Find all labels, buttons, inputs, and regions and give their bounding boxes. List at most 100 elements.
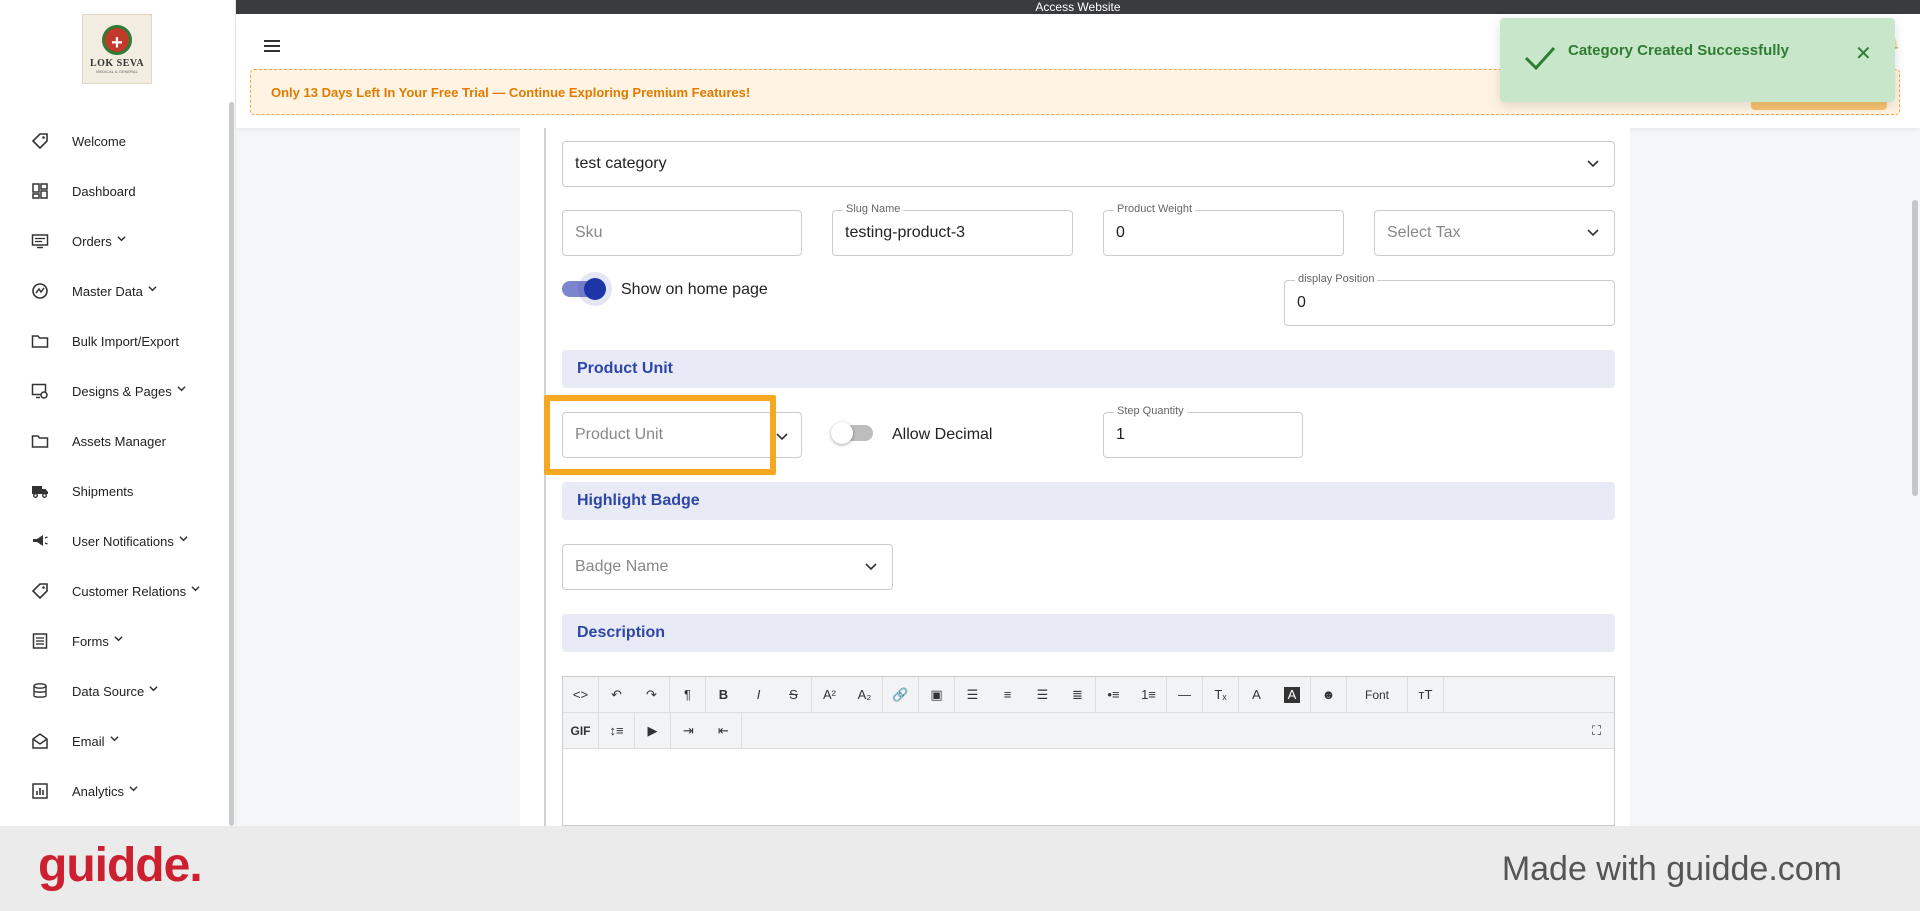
brand-logo[interactable]: + LOK SEVA MEDICAL & GENERAL: [82, 14, 152, 84]
sidebar-item-forms[interactable]: Forms: [0, 616, 230, 666]
slug-input[interactable]: Slug Name testing-product-3: [832, 203, 1073, 256]
align-right-icon[interactable]: ☰: [1025, 677, 1060, 713]
strikethrough-icon[interactable]: S: [776, 677, 811, 713]
number-list-icon[interactable]: 1≡: [1131, 677, 1166, 713]
tag-icon: [31, 582, 49, 600]
redo-icon[interactable]: ↷: [634, 677, 669, 713]
sidebar-item-designs-pages[interactable]: Designs & Pages: [0, 366, 230, 416]
chevron-down-icon: [148, 284, 157, 296]
product-weight-input[interactable]: Product Weight 0: [1103, 203, 1344, 256]
sidebar-item-label: Welcome: [72, 133, 126, 149]
bold-icon[interactable]: B: [706, 677, 741, 713]
gif-button[interactable]: GIF: [563, 713, 598, 749]
rich-text-editor[interactable]: <> ↶ ↷ ¶ B I S A² A₂ 🔗 ▣ ☰ ≡ ☰ ≣ •≡ 1≡ —…: [562, 676, 1615, 826]
card-divider: [544, 128, 546, 826]
bullet-list-icon[interactable]: •≡: [1096, 677, 1131, 713]
sidebar-item-label: Customer Relations: [72, 583, 187, 599]
align-center-icon[interactable]: ≡: [990, 677, 1025, 713]
step-quantity-label: Step Quantity: [1114, 405, 1187, 417]
sidebar: + LOK SEVA MEDICAL & GENERAL Welcome Dash…: [0, 0, 236, 826]
guidde-logo: guidde.: [38, 839, 203, 892]
guide-highlight-box: [544, 395, 776, 475]
analytics-icon: [31, 782, 49, 800]
page-scrollbar[interactable]: [1912, 200, 1918, 496]
undo-icon[interactable]: ↶: [599, 677, 634, 713]
folder-icon: [31, 432, 49, 450]
fullscreen-icon[interactable]: ⛶: [1579, 713, 1614, 749]
sidebar-item-master-data[interactable]: Master Data: [0, 266, 230, 316]
font-dropdown[interactable]: Font: [1347, 677, 1407, 713]
show-home-toggle[interactable]: [562, 278, 606, 300]
paragraph-icon[interactable]: ¶: [670, 677, 705, 713]
product-weight-label: Product Weight: [1114, 203, 1196, 215]
sidebar-item-data-source[interactable]: Data Source: [0, 666, 230, 716]
sidebar-item-bulk-import-export[interactable]: Bulk Import/Export: [0, 316, 230, 366]
access-website-bar[interactable]: Access Website: [236, 0, 1920, 14]
sku-placeholder: Sku: [575, 224, 603, 241]
sidebar-item-assets-manager[interactable]: Assets Manager: [0, 416, 230, 466]
sidebar-item-label: Email: [72, 733, 105, 749]
video-icon[interactable]: ▶: [635, 713, 670, 749]
product-unit-section: Product Unit: [562, 350, 1615, 388]
tax-select[interactable]: Select Tax: [1374, 210, 1615, 256]
category-select[interactable]: test category: [562, 141, 1615, 187]
horizontal-rule-icon[interactable]: —: [1167, 677, 1202, 713]
close-icon[interactable]: ✕: [1855, 44, 1872, 64]
emoji-icon[interactable]: ☻: [1311, 677, 1346, 713]
highlight-badge-section: Highlight Badge: [562, 482, 1615, 520]
allow-decimal-toggle[interactable]: [831, 422, 873, 444]
sidebar-item-email[interactable]: Email: [0, 716, 230, 766]
description-section: Description: [562, 614, 1615, 652]
outdent-icon[interactable]: ⇤: [706, 713, 741, 749]
highlight-color-icon[interactable]: A: [1284, 686, 1300, 703]
font-color-icon[interactable]: A: [1239, 677, 1274, 713]
chevron-down-icon: [191, 584, 200, 596]
sidebar-item-label: Designs & Pages: [72, 383, 172, 399]
trial-text: Only 13 Days Left In Your Free Trial — C…: [271, 85, 751, 100]
badge-name-placeholder: Badge Name: [575, 558, 669, 575]
sidebar-item-label: Analytics: [72, 783, 125, 799]
badge-name-select[interactable]: Badge Name: [562, 544, 893, 590]
sidebar-item-dashboard[interactable]: Dashboard: [0, 166, 230, 216]
sidebar-item-user-notifications[interactable]: User Notifications: [0, 516, 230, 566]
tax-placeholder: Select Tax: [1387, 224, 1461, 241]
forms-icon: [31, 632, 49, 650]
sidebar-item-label: Shipments: [72, 483, 134, 499]
subscript-icon[interactable]: A₂: [847, 677, 882, 713]
align-left-icon[interactable]: ☰: [955, 677, 990, 713]
logo-name: LOK SEVA: [89, 57, 145, 69]
justify-icon[interactable]: ≣: [1060, 677, 1095, 713]
chevron-down-icon: [179, 534, 188, 546]
image-icon[interactable]: ▣: [919, 677, 954, 713]
display-position-label: display Position: [1295, 273, 1378, 285]
line-height-icon[interactable]: ↕≡: [599, 713, 634, 749]
designs-icon: [31, 382, 49, 400]
chevron-down-icon: [117, 234, 126, 246]
italic-icon[interactable]: I: [741, 677, 776, 713]
category-value: test category: [575, 155, 667, 172]
sidebar-item-analytics[interactable]: Analytics: [0, 766, 230, 816]
indent-icon[interactable]: ⇥: [671, 713, 706, 749]
menu-toggle-icon[interactable]: [264, 40, 280, 54]
font-size-icon[interactable]: тT: [1408, 677, 1443, 713]
sidebar-scrollbar[interactable]: [229, 102, 234, 826]
sidebar-item-welcome[interactable]: Welcome: [0, 116, 230, 166]
sku-input[interactable]: Sku: [562, 210, 802, 256]
step-quantity-value: 1: [1116, 426, 1125, 443]
slug-label: Slug Name: [843, 203, 904, 215]
chevron-down-icon: [109, 734, 119, 746]
clear-format-icon[interactable]: Tₓ: [1203, 677, 1238, 713]
chevron-down-icon: [1587, 229, 1599, 237]
made-with-text: Made with guidde.com: [1501, 850, 1842, 888]
code-view-icon[interactable]: <>: [563, 677, 598, 713]
sidebar-item-customer-relations[interactable]: Customer Relations: [0, 566, 230, 616]
sidebar-item-shipments[interactable]: Shipments: [0, 466, 230, 516]
step-quantity-input[interactable]: Step Quantity 1: [1103, 405, 1303, 458]
superscript-icon[interactable]: A²: [812, 677, 847, 713]
sidebar-item-orders[interactable]: Orders: [0, 216, 230, 266]
orders-icon: [31, 232, 49, 250]
display-position-input[interactable]: display Position 0: [1284, 273, 1615, 326]
chevron-down-icon: [129, 784, 138, 796]
master-data-icon: [31, 282, 49, 300]
link-icon[interactable]: 🔗: [883, 677, 918, 713]
